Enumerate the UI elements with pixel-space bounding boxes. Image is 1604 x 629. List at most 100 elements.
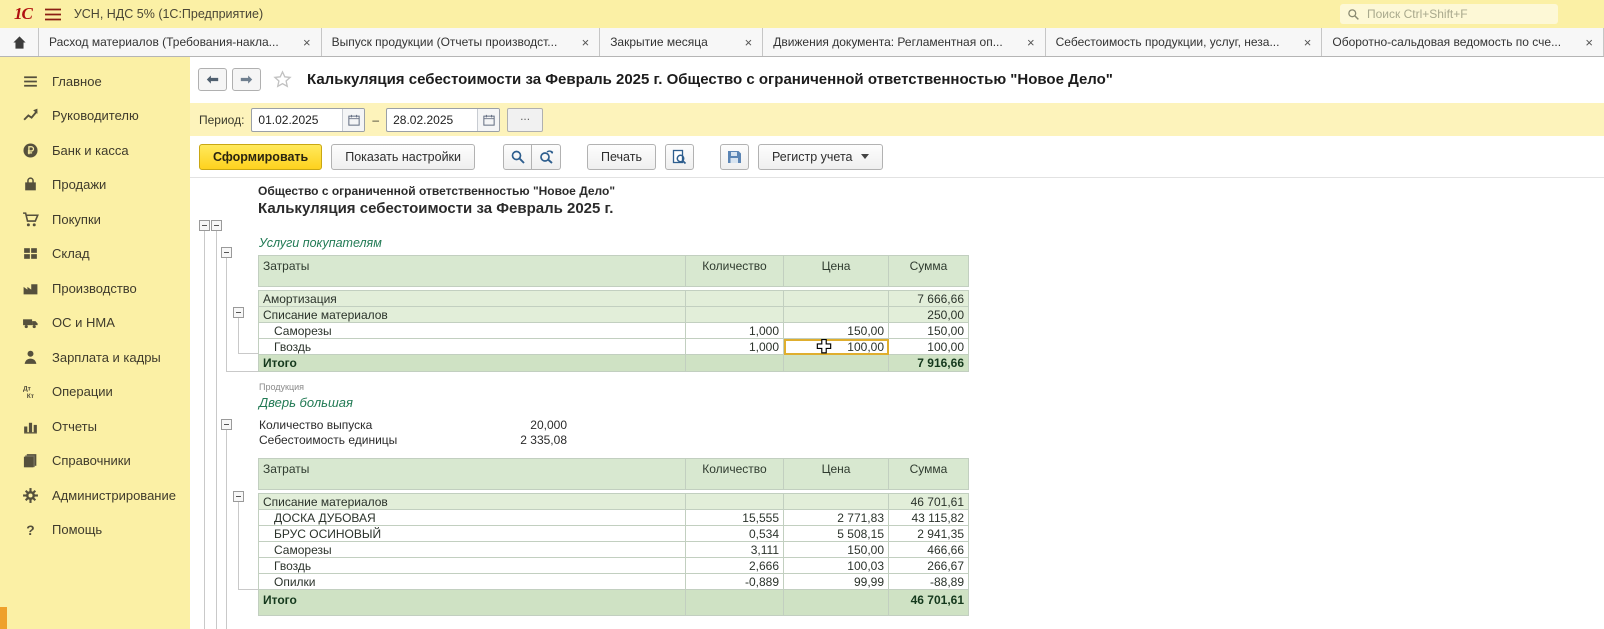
cell-name[interactable]: Амортизация [259,291,686,307]
tab-4[interactable]: Себестоимость продукции, услуг, неза...× [1046,28,1323,56]
cell-qty[interactable]: 0,534 [686,526,784,542]
cell-qty[interactable]: -0,889 [686,574,784,590]
cell-qty[interactable]: 2,666 [686,558,784,574]
forward-button[interactable] [232,68,261,91]
cell-price[interactable] [784,355,889,372]
cell-sum[interactable]: 46 701,61 [889,494,969,510]
cell-name[interactable]: Списание материалов [259,494,686,510]
cell-price[interactable]: 100,03 [784,558,889,574]
find-button[interactable] [503,144,532,170]
search-input[interactable] [1365,6,1551,22]
sidebar-item-6[interactable]: Производство [0,271,190,306]
preview-button[interactable] [665,144,694,170]
collapse-button[interactable] [199,220,210,231]
cell-qty[interactable]: 3,111 [686,542,784,558]
cell-price[interactable]: 2 771,83 [784,510,889,526]
collapse-button[interactable] [233,307,244,318]
cell-sum[interactable]: 250,00 [889,307,969,323]
print-button[interactable]: Печать [587,144,656,170]
cell-name[interactable]: Списание материалов [259,307,686,323]
cell-sum[interactable]: 46 701,61 [889,590,969,616]
tab-0[interactable]: Расход материалов (Требования-накла...× [39,28,322,56]
cell-qty[interactable] [686,307,784,323]
sidebar-scrollbar-thumb[interactable] [0,607,7,629]
cell-name[interactable]: Саморезы [259,542,686,558]
cell-name[interactable]: БРУС ОСИНОВЫЙ [259,526,686,542]
tab-close-icon[interactable]: × [1585,36,1593,49]
sidebar-item-7[interactable]: ОС и НМА [0,306,190,341]
calendar-button[interactable] [342,109,364,131]
cell-sum[interactable]: 266,67 [889,558,969,574]
cell-price[interactable]: 150,00 [784,323,889,339]
column-header[interactable]: Сумма [889,459,969,490]
cell-name[interactable]: ДОСКА ДУБОВАЯ [259,510,686,526]
home-tab[interactable] [0,28,39,56]
sidebar-item-8[interactable]: Зарплата и кадры [0,340,190,375]
tab-2[interactable]: Закрытие месяца× [600,28,763,56]
column-header[interactable]: Затраты [259,459,686,490]
cell-price[interactable] [784,307,889,323]
tab-close-icon[interactable]: × [1027,36,1035,49]
cell-price[interactable]: 150,00 [784,542,889,558]
collapse-button[interactable] [233,491,244,502]
cell-qty[interactable]: 1,000 [686,339,784,355]
sidebar-item-3[interactable]: Продажи [0,168,190,203]
period-to-input[interactable] [387,112,477,128]
cell-qty[interactable] [686,355,784,372]
cell-price[interactable] [784,291,889,307]
column-header[interactable]: Сумма [889,256,969,287]
sidebar-item-13[interactable]: ?Помощь [0,513,190,548]
column-header[interactable]: Цена [784,256,889,287]
tab-3[interactable]: Движения документа: Регламентная оп...× [763,28,1045,56]
collapse-button[interactable] [221,247,232,258]
global-search[interactable] [1340,4,1558,24]
column-header[interactable]: Затраты [259,256,686,287]
cell-sum[interactable]: 7 666,66 [889,291,969,307]
period-from-input[interactable] [252,112,342,128]
favorites-star-icon[interactable] [273,70,292,89]
cell-price[interactable] [784,494,889,510]
register-menu-button[interactable]: Регистр учета [758,144,883,170]
sidebar-item-10[interactable]: Отчеты [0,409,190,444]
tab-5[interactable]: Оборотно-сальдовая ведомость по сче...× [1322,28,1604,56]
show-settings-button[interactable]: Показать настройки [331,144,475,170]
cell-sum[interactable]: 100,00 [889,339,969,355]
sidebar-item-11[interactable]: Справочники [0,444,190,479]
main-menu-icon[interactable] [44,8,62,21]
save-button[interactable] [720,144,749,170]
cell-qty[interactable] [686,494,784,510]
cell-qty[interactable] [686,291,784,307]
cell-sum[interactable]: 150,00 [889,323,969,339]
cell-name[interactable]: Итого [259,590,686,616]
cell-price[interactable] [784,590,889,616]
cell-qty[interactable]: 1,000 [686,323,784,339]
tab-close-icon[interactable]: × [303,36,311,49]
sidebar-item-9[interactable]: ДтКтОперации [0,375,190,410]
collapse-button[interactable] [211,220,222,231]
cell-sum[interactable]: 466,66 [889,542,969,558]
expand-groups-button[interactable] [532,144,561,170]
cell-name[interactable]: Саморезы [259,323,686,339]
cell-qty[interactable] [686,590,784,616]
sidebar-item-0[interactable]: Главное [0,64,190,99]
cell-name[interactable]: Итого [259,355,686,372]
sidebar-item-2[interactable]: Банк и касса [0,133,190,168]
sidebar-item-5[interactable]: Склад [0,237,190,272]
cell-name[interactable]: Гвоздь [259,339,686,355]
tab-close-icon[interactable]: × [1304,36,1312,49]
tab-close-icon[interactable]: × [582,36,590,49]
collapse-button[interactable] [221,419,232,430]
cell-qty[interactable]: 15,555 [686,510,784,526]
cell-price[interactable]: 5 508,15 [784,526,889,542]
cell-price[interactable]: 100,00 [784,339,889,355]
cell-sum[interactable]: 2 941,35 [889,526,969,542]
column-header[interactable]: Цена [784,459,889,490]
cell-sum[interactable]: -88,89 [889,574,969,590]
cell-sum[interactable]: 43 115,82 [889,510,969,526]
period-more-button[interactable]: ... [507,108,543,132]
cell-price[interactable]: 99,99 [784,574,889,590]
tab-1[interactable]: Выпуск продукции (Отчеты производст...× [322,28,601,56]
column-header[interactable]: Количество [686,459,784,490]
back-button[interactable] [198,68,227,91]
sidebar-item-12[interactable]: Администрирование [0,478,190,513]
